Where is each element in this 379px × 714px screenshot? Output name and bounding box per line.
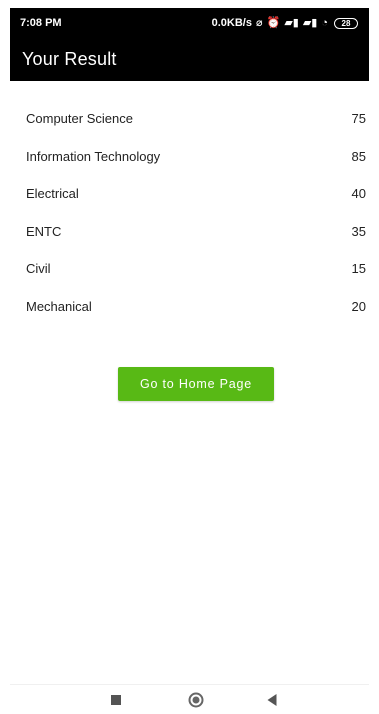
result-row: Information Technology 85: [26, 138, 367, 176]
alarm-icon: ⏰: [266, 16, 281, 29]
sim-1-signal-icon: ▰▮: [284, 16, 299, 29]
result-subject: ENTC: [26, 223, 62, 239]
battery-icon: 28: [334, 17, 358, 29]
result-row: Electrical 40: [26, 175, 367, 213]
recent-apps-icon[interactable]: [111, 695, 121, 705]
result-row: ENTC 35: [26, 213, 367, 251]
system-navigation-bar: [10, 684, 369, 714]
back-icon[interactable]: [267, 694, 277, 706]
result-subject: Electrical: [26, 186, 79, 202]
page-title: Your Result: [22, 49, 117, 69]
wifi-icon: ◔: [321, 16, 328, 29]
data-saver-icon: ⌀: [255, 16, 263, 29]
result-subject: Information Technology: [26, 148, 161, 164]
result-score: 85: [351, 148, 366, 164]
results-list: Computer Science 75 Information Technolo…: [26, 100, 367, 325]
result-screen: 7:08 PM 0.0KB/s ⌀ ⏰ ▰▮ ▰▮ ◔ 28 Your Resu…: [0, 0, 379, 714]
result-score: 35: [351, 223, 366, 239]
app-bar: Your Result: [10, 38, 369, 81]
result-subject: Civil: [26, 261, 51, 277]
result-score: 40: [351, 186, 366, 202]
result-row: Computer Science 75: [26, 100, 367, 138]
result-row: Civil 15: [26, 250, 367, 288]
result-score: 20: [351, 298, 366, 314]
result-subject: Computer Science: [26, 111, 133, 127]
status-time: 7:08 PM: [20, 17, 62, 29]
home-icon[interactable]: [188, 692, 204, 708]
result-subject: Mechanical: [26, 298, 92, 314]
result-score: 75: [351, 111, 366, 127]
status-bar: 7:08 PM 0.0KB/s ⌀ ⏰ ▰▮ ▰▮ ◔ 28: [10, 8, 369, 38]
battery-level: 28: [341, 18, 351, 28]
result-row: Mechanical 20: [26, 288, 367, 326]
status-indicators: 0.0KB/s ⌀ ⏰ ▰▮ ▰▮ ◔ 28: [212, 17, 358, 29]
network-speed: 0.0KB/s: [211, 17, 252, 29]
sim-2-signal-icon: ▰▮: [302, 16, 318, 29]
result-score: 15: [351, 261, 366, 277]
go-to-home-page-button[interactable]: Go to Home Page: [118, 367, 274, 401]
